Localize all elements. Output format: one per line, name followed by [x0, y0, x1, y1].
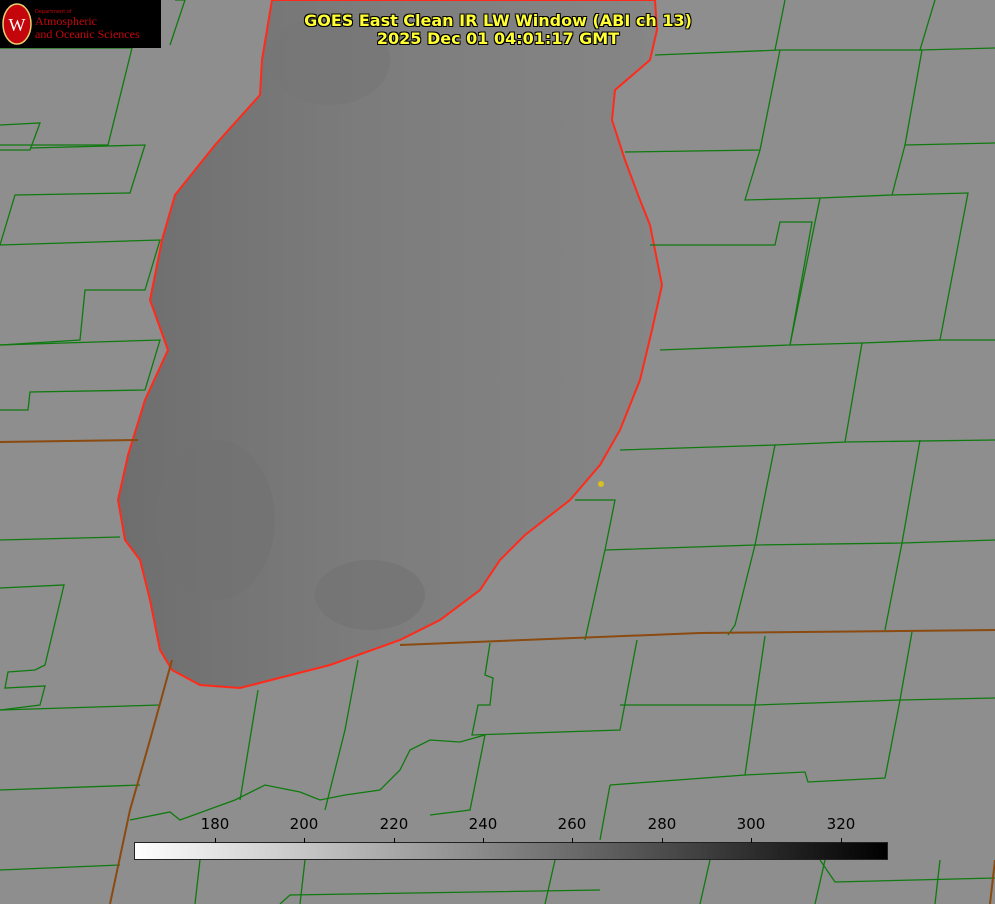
- colorbar-tick-label: 220: [379, 815, 409, 833]
- cloud-patch: [155, 440, 275, 600]
- colorbar-tick-mark: [572, 838, 573, 843]
- location-marker: [598, 481, 604, 487]
- colorbar-tick-mark: [483, 838, 484, 843]
- colorbar-tick-mark: [841, 838, 842, 843]
- colorbar-tick-mark: [215, 838, 216, 843]
- image-title: GOES East Clean IR LW Window (ABI ch 13): [304, 11, 692, 30]
- logo-name-line2: and Oceanic Sciences: [35, 27, 140, 41]
- colorbar-tick-label: 240: [468, 815, 498, 833]
- colorbar-tick-mark: [304, 838, 305, 843]
- colorbar-tick-label: 260: [557, 815, 587, 833]
- colorbar-tick-label: 320: [826, 815, 856, 833]
- colorbar-tick-label: 300: [736, 815, 766, 833]
- image-timestamp: 2025 Dec 01 04:01:17 GMT: [376, 29, 620, 48]
- uw-crest-icon: W: [2, 3, 32, 45]
- colorbar-gradient: [134, 842, 888, 860]
- aos-logo: W Department of Atmospheric and Oceanic …: [0, 0, 161, 48]
- cloud-patch: [315, 560, 425, 630]
- colorbar-tick-label: 200: [289, 815, 319, 833]
- svg-text:W: W: [9, 15, 26, 35]
- colorbar-tick-label: 180: [200, 815, 230, 833]
- colorbar-tick-mark: [751, 838, 752, 843]
- satellite-image-viewer: GOES East Clean IR LW Window (ABI ch 13)…: [0, 0, 995, 904]
- colorbar-tick-label: 280: [647, 815, 677, 833]
- colorbar-tick-mark: [394, 838, 395, 843]
- colorbar-tick-mark: [662, 838, 663, 843]
- satellite-map: [0, 0, 995, 904]
